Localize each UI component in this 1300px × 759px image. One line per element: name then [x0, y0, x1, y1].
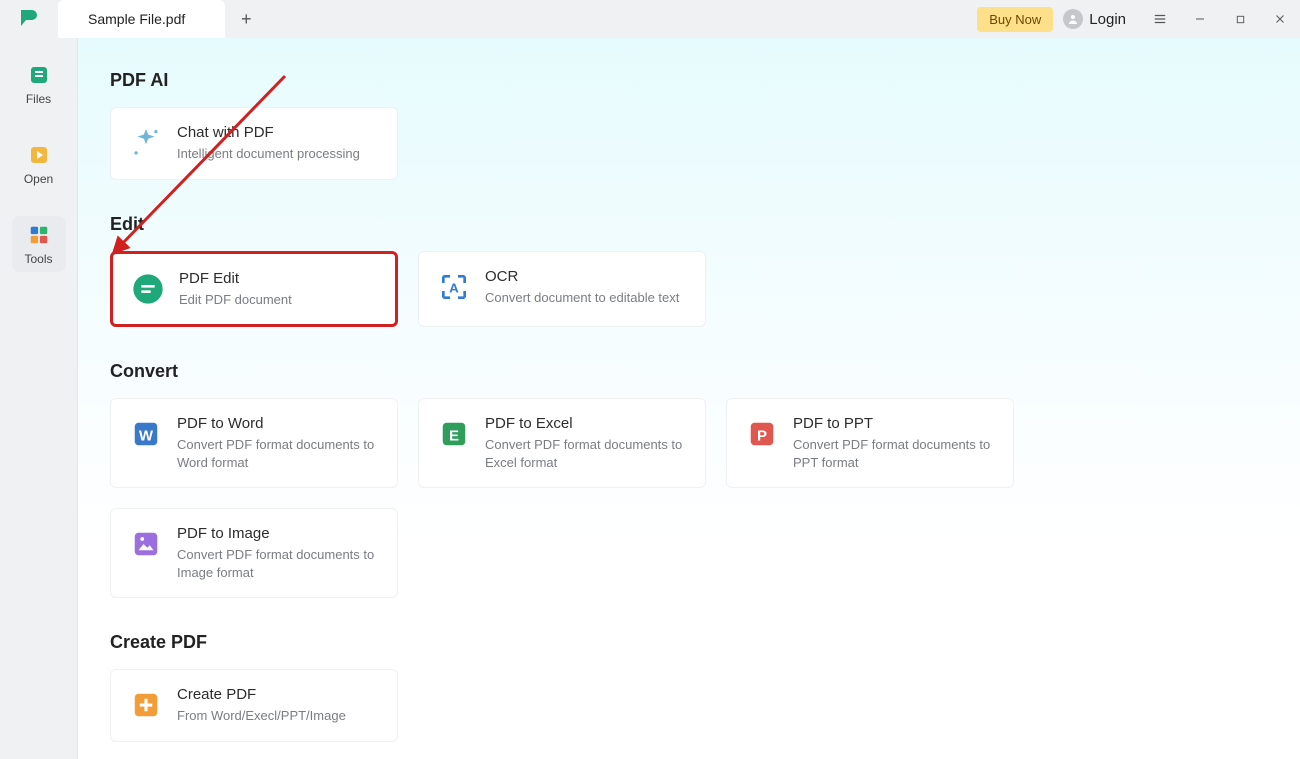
sidebar-item-label: Files [26, 92, 51, 106]
maximize-button[interactable] [1220, 0, 1260, 38]
section-heading: PDF AI [110, 70, 1300, 91]
card-title: OCR [485, 268, 679, 285]
ocr-icon: A [437, 270, 471, 304]
user-avatar-icon [1063, 9, 1083, 29]
sparkle-icon [129, 126, 163, 160]
card-desc: Convert PDF format documents to Image fo… [177, 546, 379, 581]
document-tab[interactable]: Sample File.pdf [58, 0, 225, 38]
section-heading: Edit [110, 214, 1300, 235]
card-pdf-to-word[interactable]: W PDF to Word Convert PDF format documen… [110, 398, 398, 488]
sidebar-item-label: Open [24, 172, 53, 186]
card-title: Create PDF [177, 686, 346, 703]
section-pdf-ai: PDF AI Chat with PDF Intelligent documen… [110, 70, 1300, 180]
card-pdf-to-image[interactable]: PDF to Image Convert PDF format document… [110, 508, 398, 598]
word-icon: W [129, 417, 163, 451]
card-desc: Convert PDF format documents to Excel fo… [485, 436, 687, 471]
sidebar-item-tools[interactable]: Tools [12, 216, 66, 272]
card-title: Chat with PDF [177, 124, 360, 141]
title-bar: Sample File.pdf + Buy Now Login [0, 0, 1300, 38]
excel-icon: E [437, 417, 471, 451]
buy-now-button[interactable]: Buy Now [977, 7, 1053, 32]
svg-text:E: E [449, 427, 459, 444]
card-title: PDF to Word [177, 415, 379, 432]
tools-icon [26, 222, 52, 248]
card-desc: Convert PDF format documents to PPT form… [793, 436, 995, 471]
card-create-pdf[interactable]: Create PDF From Word/Execl/PPT/Image [110, 669, 398, 742]
card-pdf-to-excel[interactable]: E PDF to Excel Convert PDF format docume… [418, 398, 706, 488]
section-heading: Create PDF [110, 632, 1300, 653]
card-title: PDF Edit [179, 270, 292, 287]
sidebar: Files Open Tools [0, 38, 78, 759]
svg-text:A: A [449, 280, 459, 295]
minimize-button[interactable] [1180, 0, 1220, 38]
card-title: PDF to Excel [485, 415, 687, 432]
window-controls [1140, 0, 1300, 38]
card-chat-with-pdf[interactable]: Chat with PDF Intelligent document proce… [110, 107, 398, 180]
card-ocr[interactable]: A OCR Convert document to editable text [418, 251, 706, 328]
app-logo [0, 0, 58, 38]
create-pdf-icon [129, 688, 163, 722]
section-heading: Convert [110, 361, 1300, 382]
card-title: PDF to PPT [793, 415, 995, 432]
sidebar-item-open[interactable]: Open [12, 136, 66, 192]
sidebar-item-files[interactable]: Files [12, 56, 66, 112]
files-icon [26, 62, 52, 88]
sidebar-item-label: Tools [24, 252, 52, 266]
card-pdf-to-ppt[interactable]: P PDF to PPT Convert PDF format document… [726, 398, 1014, 488]
image-icon [129, 527, 163, 561]
card-desc: Edit PDF document [179, 291, 292, 309]
card-desc: Convert PDF format documents to Word for… [177, 436, 379, 471]
tab-title: Sample File.pdf [88, 11, 185, 27]
pdf-edit-icon [131, 272, 165, 306]
card-desc: From Word/Execl/PPT/Image [177, 707, 346, 725]
section-edit: Edit PDF Edit Edit PDF document A [110, 214, 1300, 328]
login-label: Login [1089, 11, 1126, 28]
section-convert: Convert W PDF to Word Convert PDF format… [110, 361, 1300, 598]
svg-text:P: P [757, 427, 767, 444]
ppt-icon: P [745, 417, 779, 451]
svg-text:W: W [139, 427, 154, 444]
card-title: PDF to Image [177, 525, 379, 542]
new-tab-button[interactable]: + [231, 9, 261, 30]
section-create-pdf: Create PDF Create PDF From Word/Execl/PP… [110, 632, 1300, 742]
card-pdf-edit[interactable]: PDF Edit Edit PDF document [110, 251, 398, 328]
menu-icon[interactable] [1140, 0, 1180, 38]
close-button[interactable] [1260, 0, 1300, 38]
card-desc: Convert document to editable text [485, 289, 679, 307]
login-button[interactable]: Login [1063, 9, 1126, 29]
open-icon [26, 142, 52, 168]
card-desc: Intelligent document processing [177, 145, 360, 163]
main-content: PDF AI Chat with PDF Intelligent documen… [78, 38, 1300, 759]
